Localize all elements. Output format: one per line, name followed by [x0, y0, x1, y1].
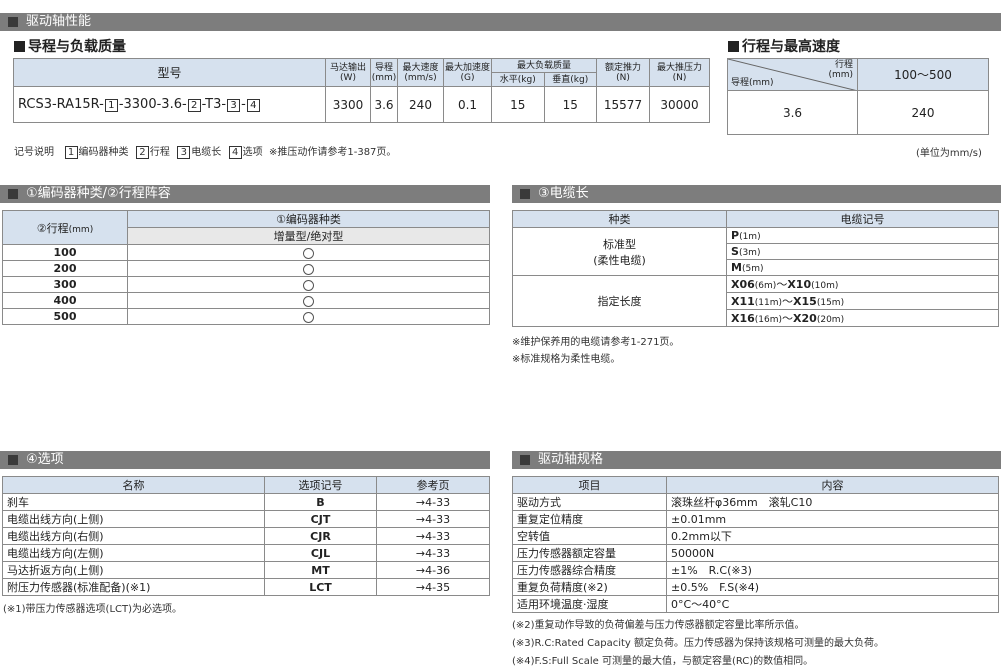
speed-value: 240	[857, 90, 989, 135]
header-motor: 马达输出 (W)	[325, 58, 371, 87]
header-option-page: 参考页	[376, 476, 490, 494]
cable-section-bar: ③电缆长	[512, 185, 1001, 203]
header-lead: 导程 (mm)	[370, 58, 398, 87]
header-option-name: 名称	[2, 476, 265, 494]
spec-note-4: (※4)F.S:Full Scale 可测量的最大值，与额定容量(RC)的数值相…	[512, 656, 814, 667]
header-payload: 最大负载质量	[491, 58, 597, 73]
circle-icon	[303, 279, 314, 291]
speed-table: 行程 (mm) 导程(mm) 100〜500 3.6 240	[727, 58, 989, 135]
option-note: (※1)带压力传感器选项(LCT)为必选项。	[3, 604, 183, 615]
option-row: 电缆出线方向(左侧) CJL →4-33	[2, 544, 490, 562]
option-row: 马达折返方向(上侧) MT →4-36	[2, 561, 490, 579]
spec-row: 压力传感器额定容量 50000N	[512, 544, 999, 562]
header-maxacc: 最大加速度 (G)	[443, 58, 492, 87]
spec-row: 重复负荷精度(※2) ±0.5% F.S(※4)	[512, 578, 999, 596]
header-rated: 额定推力 (N)	[596, 58, 650, 87]
top-section-title: 驱动轴性能	[26, 14, 92, 29]
lead-section-title: 导程与负载质量	[14, 36, 126, 56]
speed-section-title: 行程与最高速度	[728, 36, 840, 56]
vert-value: 15	[543, 86, 597, 123]
header-maxspeed: 最大速度 (mm/s)	[397, 58, 444, 87]
legend-row: 记号说明 1 编码器种类 2 行程 3 电缆长 4 选项 ※推压动作请参考1-387页。	[14, 146, 397, 159]
header-option-code: 选项记号	[264, 476, 377, 494]
spec-note-3: (※3)R.C:Rated Capacity 额定负荷。压力传感器为保持该规格可…	[512, 638, 885, 649]
spec-row: 驱动方式 滚珠丝杆φ36mm 滚轧C10	[512, 493, 999, 511]
header-kind: 种类	[512, 210, 727, 228]
unit-note: (单位为mm/s)	[916, 148, 982, 159]
circle-icon	[303, 311, 314, 323]
spec-note-2: (※2)重复动作导致的负荷偏差与压力传感器额定容量比率所示值。	[512, 620, 805, 631]
cable-code-row: X06(6m)〜X10(10m)	[726, 275, 999, 293]
option-table: 名称 选项记号 参考页 刹车 B →4-33 电缆出线方向(上侧) CJT →4-33 …	[2, 476, 490, 596]
cable-note-1: ※维护保养用的电缆请参考1-271页。	[512, 337, 680, 348]
spec-row: 重复定位精度 ±0.01mm	[512, 510, 999, 528]
stroke-row: 300	[2, 276, 128, 293]
header-stroke: ②行程(mm)	[2, 210, 128, 245]
spec-table: 项目 内容 驱动方式 滚珠丝杆φ36mm 滚轧C10 重复定位精度 ±0.01mm …	[512, 476, 999, 613]
stroke-row: 200	[2, 260, 128, 277]
header-encoder: ①编码器种类	[127, 210, 490, 228]
speed-diag-header: 行程 (mm) 导程(mm)	[727, 58, 858, 91]
bar-square-icon	[520, 189, 530, 199]
spec-row: 适用环境温度·湿度 0°C〜40°C	[512, 595, 999, 613]
lead-value: 3.6	[370, 86, 398, 123]
square-bullet-icon	[728, 41, 739, 52]
spec-section-bar: 驱动轴规格	[512, 451, 1001, 469]
header-encoder-type: 增量型/绝对型	[127, 227, 490, 245]
cable-note-2: ※标准规格为柔性电缆。	[512, 354, 621, 365]
stroke-row: 100	[2, 244, 128, 261]
cable-code-row: S(3m)	[726, 243, 999, 260]
square-bullet-icon	[14, 41, 25, 52]
spec-row: 压力传感器综合精度 ±1% R.C(※3)	[512, 561, 999, 579]
encoder-table: ②行程(mm) ①编码器种类 增量型/绝对型 100 200 300 400 5…	[2, 210, 490, 325]
header-vert: 垂直(kg)	[543, 72, 597, 87]
cable-standard: 标准型 (柔性电缆)	[512, 227, 727, 276]
maxpush-value: 30000	[649, 86, 710, 123]
option-row: 刹车 B →4-33	[2, 493, 490, 511]
cable-code-row: M(5m)	[726, 259, 999, 276]
header-maxpush: 最大推压力 (N)	[649, 58, 710, 87]
circle-icon	[303, 263, 314, 275]
option-row: 电缆出线方向(上侧) CJT →4-33	[2, 510, 490, 528]
header-model: 型号	[13, 58, 326, 87]
cable-code-row: X11(11m)〜X15(15m)	[726, 292, 999, 310]
option-section-bar: ④选项	[0, 451, 490, 469]
speed-lead-value: 3.6	[727, 90, 858, 135]
header-horiz: 水平(kg)	[491, 72, 545, 87]
model-code: RCS3-RA15R- 1 -3300-3.6- 2 -T3- 3-4	[13, 86, 326, 123]
lead-load-table: 型号 马达输出 (W) 导程 (mm) 最大速度 (mm/s) 最大加速度 (G) 最大…	[13, 58, 710, 123]
cable-code-row: X16(16m)〜X20(20m)	[726, 309, 999, 327]
stroke-range: 100〜500	[857, 58, 989, 91]
maxacc-value: 0.1	[443, 86, 492, 123]
spec-row: 空转值 0.2mm以下	[512, 527, 999, 545]
header-spec-content: 内容	[666, 476, 999, 494]
encoder-section-bar: ①编码器种类/②行程阵容	[0, 185, 490, 203]
option-row: 附压力传感器(标准配备)(※1) LCT →4-35	[2, 578, 490, 596]
header-spec-item: 项目	[512, 476, 667, 494]
header-cable-code: 电缆记号	[726, 210, 999, 228]
stroke-row: 400	[2, 292, 128, 309]
cable-table: 种类 电缆记号 标准型 (柔性电缆) P(1m) S(3m) M(5m) 指定长度…	[512, 210, 999, 327]
bar-square-icon	[8, 455, 18, 465]
maxspeed-value: 240	[397, 86, 444, 123]
option-row: 电缆出线方向(右侧) CJR →4-33	[2, 527, 490, 545]
cable-specified: 指定长度	[512, 275, 727, 327]
top-section-bar: 驱动轴性能	[0, 13, 1001, 31]
stroke-row: 500	[2, 308, 128, 325]
rated-value: 15577	[596, 86, 650, 123]
motor-value: 3300	[325, 86, 371, 123]
horiz-value: 15	[491, 86, 545, 123]
bar-square-icon	[8, 17, 18, 27]
bar-square-icon	[8, 189, 18, 199]
cable-code-row: P(1m)	[726, 227, 999, 244]
circle-icon	[303, 295, 314, 307]
circle-icon	[303, 247, 314, 259]
bar-square-icon	[520, 455, 530, 465]
